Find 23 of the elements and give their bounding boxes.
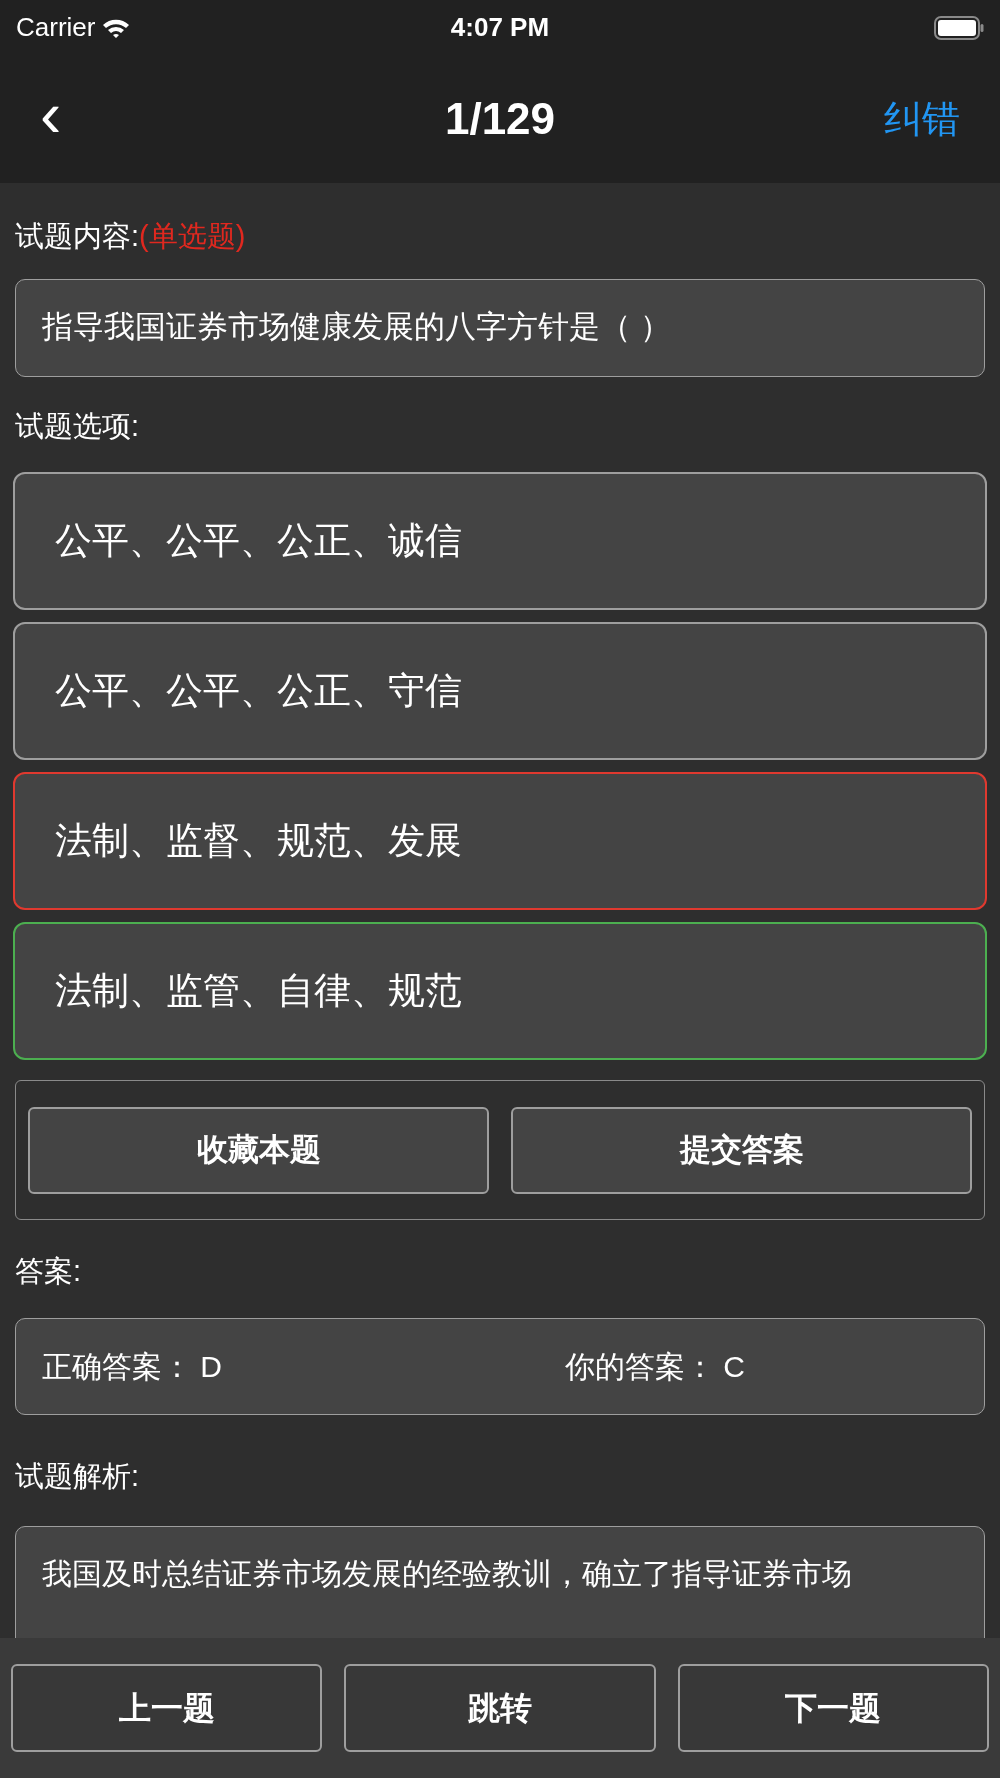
carrier-text: Carrier	[16, 11, 96, 44]
question-text: 指导我国证券市场健康发展的八字方针是（ ）	[15, 278, 985, 377]
report-error-button[interactable]: 纠错	[860, 90, 960, 148]
answer-label: 答案:	[15, 1254, 83, 1289]
battery-icon	[934, 15, 984, 40]
action-button[interactable]: 收藏本题	[28, 1106, 489, 1194]
answer-option[interactable]: 法制、监督、规范、发展	[13, 772, 987, 910]
answer-option[interactable]: 公平、公平、公正、守信	[13, 622, 987, 760]
nav-button[interactable]: 下一题	[677, 1664, 989, 1752]
your-answer-text: 你的答案： C	[565, 1348, 745, 1385]
correct-answer-text: 正确答案： D	[42, 1348, 223, 1385]
answer-option[interactable]: 法制、监管、自律、规范	[13, 922, 987, 1060]
back-button[interactable]: ‹	[40, 82, 140, 156]
answer-option[interactable]: 公平、公平、公正、诚信	[13, 472, 987, 610]
action-button[interactable]: 提交答案	[511, 1106, 972, 1194]
analysis-text: 我国及时总结证券市场发展的经验教训，确立了指导证券市场	[42, 1557, 852, 1590]
options-label: 试题选项:	[15, 408, 141, 444]
status-time: 4:07 PM	[450, 11, 550, 44]
page-title: 1/129	[444, 93, 556, 145]
nav-button[interactable]: 跳转	[344, 1664, 656, 1752]
nav-button[interactable]: 上一题	[11, 1664, 323, 1752]
analysis-label: 试题解析:	[15, 1458, 141, 1494]
question-label: 试题内容:(单选题)	[15, 219, 247, 254]
